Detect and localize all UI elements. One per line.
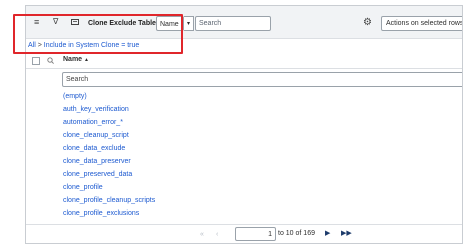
pagination-bar: « ‹ 1 to 10 of 169 ▶ ▶▶ [26, 224, 462, 243]
chevron-down-icon[interactable]: ▾ [184, 16, 194, 31]
first-page-icon[interactable]: « [200, 231, 204, 238]
next-page-icon[interactable]: ▶ [325, 230, 330, 237]
table-row[interactable]: automation_error_* [63, 116, 155, 129]
table-row[interactable]: clone_profile_exclusions [63, 207, 155, 220]
pager-range-text: to 10 of 169 [278, 230, 315, 237]
sort-ascending-icon: ▲ [84, 57, 89, 63]
page-number-input[interactable]: 1 [235, 227, 276, 241]
table-row[interactable]: (empty) [63, 90, 155, 103]
table-row[interactable]: clone_profile [63, 181, 155, 194]
last-page-icon[interactable]: ▶▶ [341, 230, 352, 237]
highlight-annotation-box [13, 14, 183, 54]
table-row[interactable]: auth_key_verification [63, 103, 155, 116]
table-row[interactable]: clone_data_exclude [63, 142, 155, 155]
list-search-input[interactable]: Search [195, 16, 271, 31]
gear-icon[interactable]: ⚙ [363, 18, 372, 28]
column-header-name[interactable]: Name ▲ [63, 56, 89, 63]
column-header-label: Name [63, 56, 83, 63]
column-search-input[interactable]: Search [62, 72, 462, 87]
table-row[interactable]: clone_data_preserver [63, 155, 155, 168]
record-list: (empty) auth_key_verification automation… [63, 90, 155, 220]
prev-page-icon[interactable]: ‹ [216, 231, 218, 238]
actions-select[interactable]: Actions on selected rows... [381, 16, 462, 31]
table-row[interactable]: clone_cleanup_script [63, 129, 155, 142]
table-row[interactable]: clone_profile_cleanup_scripts [63, 194, 155, 207]
table-row[interactable]: clone_preserved_data [63, 168, 155, 181]
search-icon[interactable] [47, 57, 54, 66]
table-header-row: Name ▲ [26, 54, 462, 69]
select-all-checkbox[interactable] [32, 57, 40, 65]
